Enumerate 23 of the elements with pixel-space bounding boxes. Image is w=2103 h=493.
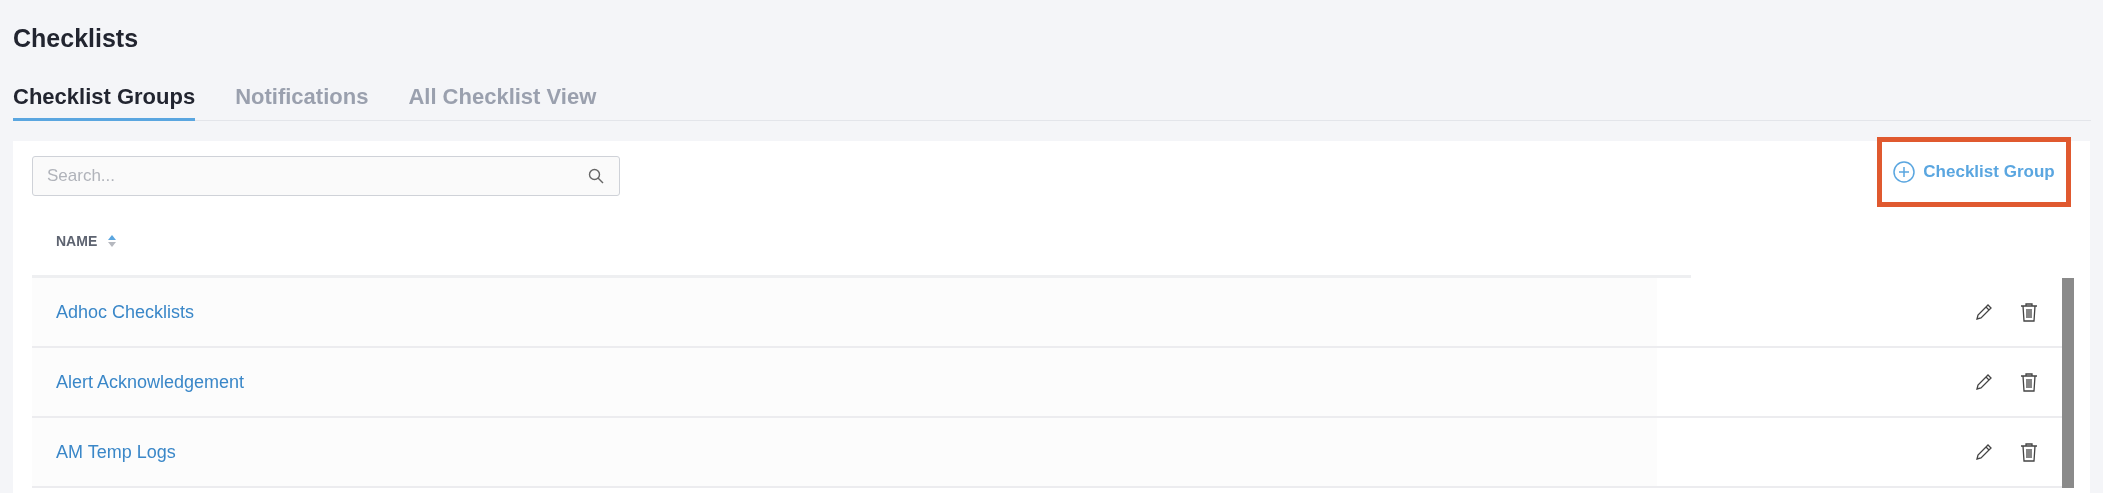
tab[interactable]: Notifications [235, 84, 369, 121]
pencil-icon [1974, 442, 1994, 462]
search-icon [588, 168, 604, 184]
pencil-icon [1974, 372, 1994, 392]
trash-icon [2020, 442, 2038, 462]
trash-icon [2020, 302, 2038, 322]
sort-icon[interactable] [107, 233, 118, 249]
delete-button[interactable] [2018, 370, 2040, 394]
column-header: NAME [56, 233, 98, 249]
checklist-group-link[interactable]: Adhoc Checklists [56, 301, 1972, 323]
tab[interactable]: Checklist Groups [13, 84, 196, 121]
search-field[interactable]: Search... [32, 156, 620, 196]
trash-icon [2020, 372, 2038, 392]
scrollbar[interactable] [2062, 278, 2074, 488]
plus-circle-icon [1893, 161, 1916, 183]
tab[interactable]: All Checklist View [408, 84, 597, 121]
delete-button[interactable] [2018, 440, 2040, 464]
add-checklist-group-button[interactable]: Checklist Group [1893, 161, 2055, 183]
checklist-group-link[interactable]: AM Temp Logs [56, 441, 1972, 463]
delete-button[interactable] [2018, 300, 2040, 324]
page-title: Checklists [13, 23, 140, 54]
checklist-group-link[interactable]: Alert Acknowledgement [56, 371, 1972, 393]
pencil-icon [1974, 302, 1994, 322]
